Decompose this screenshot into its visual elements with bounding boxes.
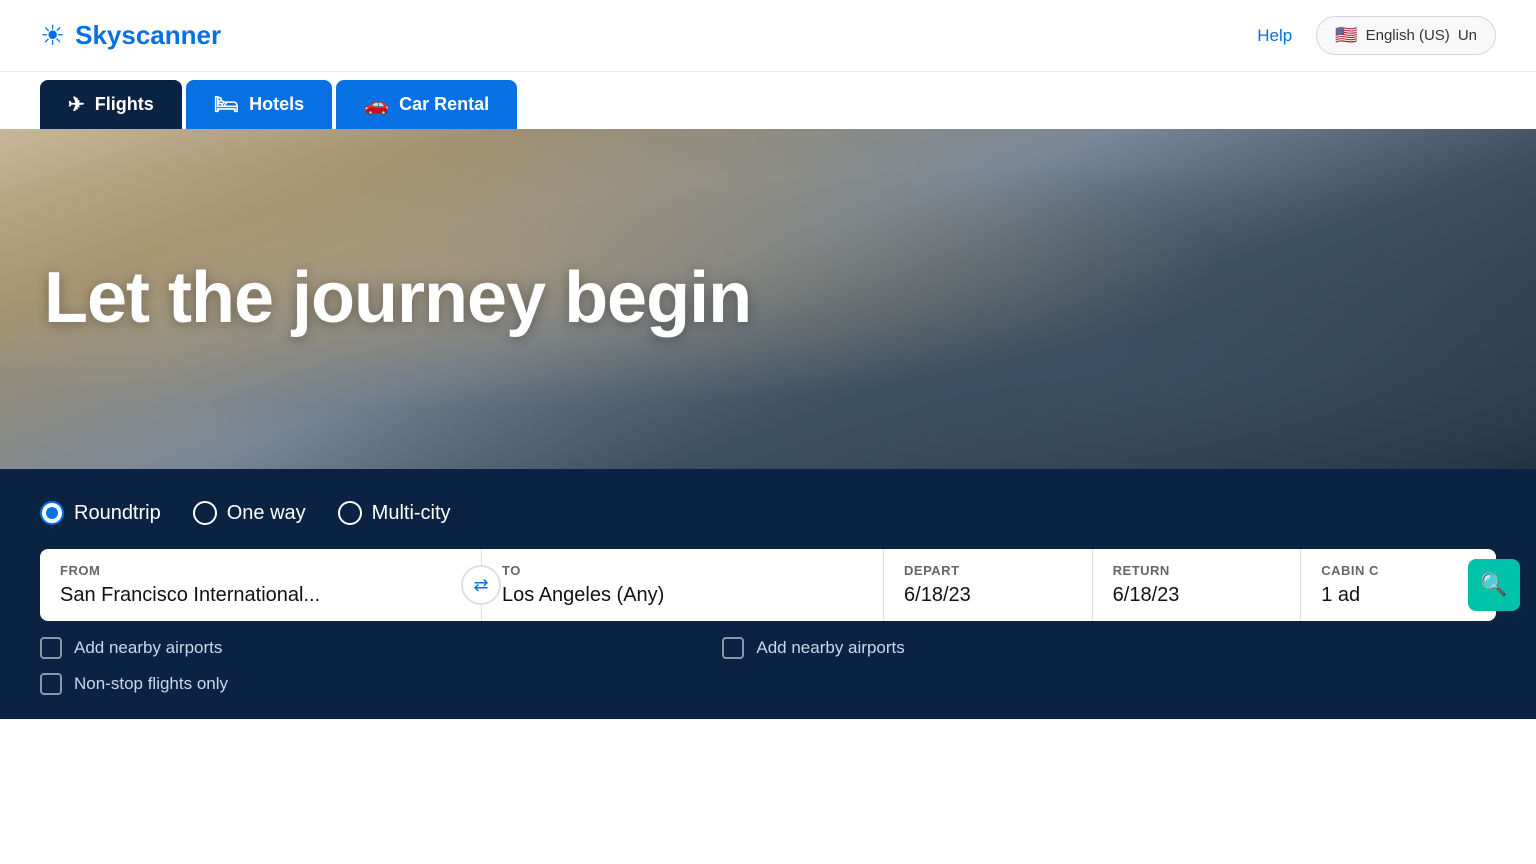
hero-section: Let the journey begin <box>0 129 1536 469</box>
nearby-to-label: Add nearby airports <box>756 638 904 658</box>
nearby-from-label: Add nearby airports <box>74 638 222 658</box>
language-label: English (US) <box>1366 27 1450 44</box>
cabin-value: 1 ad <box>1321 584 1476 607</box>
cabin-field[interactable]: Cabin C 1 ad <box>1301 549 1496 621</box>
nearby-airports-from-checkbox[interactable]: Add nearby airports <box>40 637 222 659</box>
hotels-tab-label: Hotels <box>249 94 304 115</box>
car-icon: 🚗 <box>364 92 389 117</box>
roundtrip-label: Roundtrip <box>74 502 161 525</box>
header-right: Help 🇺🇸 English (US) Un <box>1257 16 1496 55</box>
roundtrip-option[interactable]: Roundtrip <box>40 501 161 525</box>
checkbox-row: Add nearby airports Add nearby airports <box>40 637 1496 659</box>
nearby-airports-to-checkbox[interactable]: Add nearby airports <box>722 637 904 659</box>
car-rental-tab-label: Car Rental <box>399 94 489 115</box>
swap-icon: ⇄ <box>473 575 488 596</box>
to-field[interactable]: To Los Angeles (Any) <box>482 549 884 621</box>
tab-hotels[interactable]: 🛏 Hotels <box>186 80 332 129</box>
trip-type-row: Roundtrip One way Multi-city <box>40 501 1496 525</box>
hero-tagline: Let the journey begin <box>0 259 795 338</box>
language-selector[interactable]: 🇺🇸 English (US) Un <box>1316 16 1496 55</box>
to-label: To <box>502 563 863 578</box>
flag-icon: 🇺🇸 <box>1335 25 1357 46</box>
from-value: San Francisco International... <box>60 584 421 607</box>
return-field[interactable]: Return 6/18/23 <box>1093 549 1302 621</box>
multi-city-radio[interactable] <box>338 501 362 525</box>
from-label: From <box>60 563 421 578</box>
depart-value: 6/18/23 <box>904 584 1072 607</box>
swap-button[interactable]: ⇄ <box>461 565 501 605</box>
return-value: 6/18/23 <box>1113 584 1281 607</box>
multi-city-option[interactable]: Multi-city <box>338 501 451 525</box>
header: ☀ Skyscanner Help 🇺🇸 English (US) Un <box>0 0 1536 72</box>
hotels-icon: 🛏 <box>214 92 239 117</box>
logo-area: ☀ Skyscanner <box>40 19 221 52</box>
one-way-radio[interactable] <box>193 501 217 525</box>
one-way-option[interactable]: One way <box>193 501 306 525</box>
flights-icon: ✈ <box>68 92 85 117</box>
currency-label: Un <box>1458 27 1477 44</box>
nonstop-label: Non-stop flights only <box>74 674 228 694</box>
tab-flights[interactable]: ✈ Flights <box>40 80 182 129</box>
depart-label: Depart <box>904 563 1072 578</box>
search-fields: From San Francisco International... ⇄ To… <box>40 549 1496 621</box>
nearby-from-box[interactable] <box>40 637 62 659</box>
depart-field[interactable]: Depart 6/18/23 <box>884 549 1093 621</box>
roundtrip-radio[interactable] <box>40 501 64 525</box>
flights-tab-label: Flights <box>95 94 154 115</box>
cabin-label: Cabin C <box>1321 563 1476 578</box>
search-button[interactable]: 🔍 <box>1468 559 1520 611</box>
nav-tabs: ✈ Flights 🛏 Hotels 🚗 Car Rental <box>0 72 1536 129</box>
logo-text: Skyscanner <box>75 20 221 51</box>
from-field[interactable]: From San Francisco International... ⇄ <box>40 549 482 621</box>
nonstop-row: Non-stop flights only <box>40 673 1496 695</box>
search-panel: Roundtrip One way Multi-city From San Fr… <box>0 469 1536 719</box>
to-value: Los Angeles (Any) <box>502 584 863 607</box>
help-link[interactable]: Help <box>1257 26 1292 46</box>
one-way-label: One way <box>227 502 306 525</box>
nonstop-checkbox[interactable] <box>40 673 62 695</box>
logo-sun-icon: ☀ <box>40 19 65 52</box>
search-icon: 🔍 <box>1480 572 1507 598</box>
multi-city-label: Multi-city <box>372 502 451 525</box>
return-label: Return <box>1113 563 1281 578</box>
nearby-to-box[interactable] <box>722 637 744 659</box>
tab-car-rental[interactable]: 🚗 Car Rental <box>336 80 517 129</box>
